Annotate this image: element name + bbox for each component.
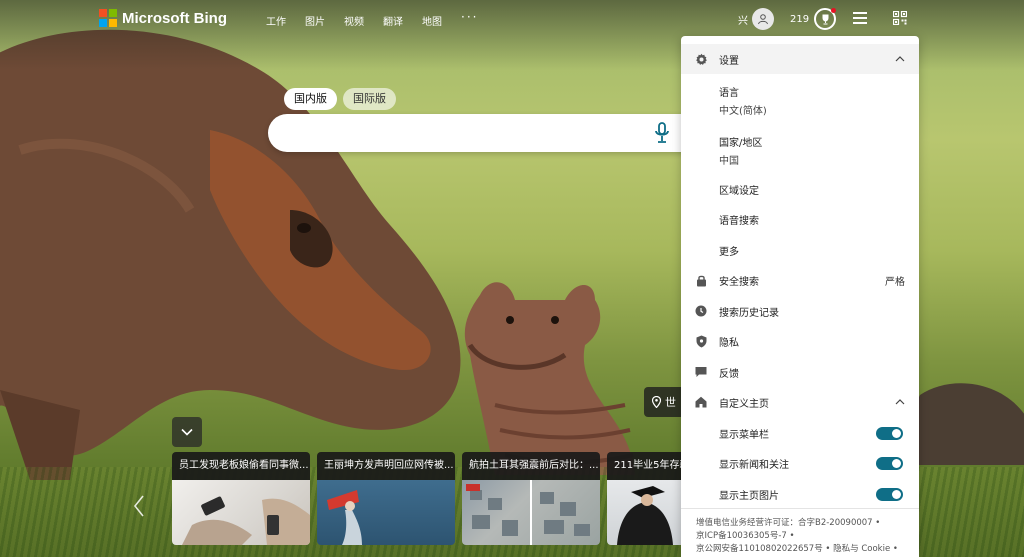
customize-home-label: 自定义主页 <box>719 398 769 410</box>
image-location-chip[interactable]: 世 <box>644 387 684 417</box>
chevron-up-icon <box>895 399 905 405</box>
news-card-thumbnail <box>172 480 310 545</box>
logo-text: Microsoft Bing <box>122 9 227 27</box>
news-card[interactable]: 航拍土耳其强震前后对比：... <box>462 452 600 545</box>
baby-hippo-image <box>464 282 635 475</box>
tab-international[interactable]: 国际版 <box>343 88 396 110</box>
news-card[interactable]: 员工发现老板娘偷看同事微... <box>172 452 310 545</box>
show-news-item: 显示新闻和关注 <box>681 455 919 471</box>
microphone-icon[interactable] <box>653 122 671 144</box>
trophy-icon <box>814 8 837 30</box>
search-history-label: 搜索历史记录 <box>719 307 779 319</box>
safe-search-value: 严格 <box>885 276 905 288</box>
top-nav: 工作 图片 视频 翻译 地图 ··· <box>266 10 497 28</box>
settings-footer: 增值电信业务经营许可证：合字B2-20090007 • 京ICP备1003630… <box>681 508 919 557</box>
location-pin-icon <box>652 396 661 408</box>
settings-title: 设置 <box>719 55 739 67</box>
search-scope-tabs: 国内版 国际版 <box>284 88 396 110</box>
search-history-item[interactable]: 搜索历史记录 <box>681 303 919 319</box>
news-card-thumbnail <box>317 480 455 545</box>
news-card[interactable]: 211毕业5年存款 <box>607 452 682 545</box>
feedback-label: 反馈 <box>719 368 739 380</box>
news-card-title: 王丽坤方发声明回应网传被... <box>317 452 455 480</box>
qr-code-icon[interactable] <box>893 11 907 25</box>
bing-logo[interactable]: Microsoft Bing <box>99 9 227 27</box>
gear-icon <box>694 52 708 66</box>
nav-item-videos[interactable]: 视频 <box>344 13 364 28</box>
voice-search-label: 语音搜索 <box>719 215 759 227</box>
language-setting[interactable]: 语言 中文(简体) <box>681 82 919 117</box>
show-menu-bar-toggle[interactable] <box>876 426 903 440</box>
language-value: 中文(简体) <box>719 106 767 117</box>
rewards-points: 219 <box>790 13 810 25</box>
show-news-toggle[interactable] <box>876 456 903 470</box>
microsoft-logo-icon <box>99 9 117 27</box>
menu-icon[interactable] <box>853 12 867 24</box>
chevron-up-icon <box>895 56 905 62</box>
user-account-button[interactable]: 兴 <box>738 8 774 30</box>
show-home-image-item: 显示主页图片 <box>681 486 919 502</box>
footer-icp-link[interactable]: 京ICP备10036305号-7 • <box>696 530 919 543</box>
chevron-left-icon[interactable] <box>132 494 146 518</box>
news-card-title: 航拍土耳其强震前后对比：... <box>462 452 600 480</box>
news-card-title: 员工发现老板娘偷看同事微... <box>172 452 310 480</box>
region-label: 国家/地区 <box>719 138 763 149</box>
show-menu-bar-label: 显示菜单栏 <box>719 429 769 441</box>
news-card[interactable]: 王丽坤方发声明回应网传被... <box>317 452 455 545</box>
nav-more-button[interactable]: ··· <box>461 10 478 28</box>
search-input[interactable] <box>268 114 688 152</box>
show-home-image-label: 显示主页图片 <box>719 490 779 502</box>
show-home-image-toggle[interactable] <box>876 487 903 501</box>
safe-search-label: 安全搜索 <box>719 276 759 288</box>
nav-item-work[interactable]: 工作 <box>266 13 286 28</box>
notification-dot <box>831 8 837 13</box>
user-name: 兴 <box>738 15 748 27</box>
collapse-news-button[interactable] <box>172 417 202 447</box>
customize-home-item[interactable]: 自定义主页 <box>681 394 919 410</box>
region-settings-label: 区域设定 <box>719 185 759 197</box>
top-bar: Microsoft Bing 工作 图片 视频 翻译 地图 ··· 兴 219 <box>0 0 1024 38</box>
footer-license-link[interactable]: 增值电信业务经营许可证：合字B2-20090007 • <box>696 517 919 530</box>
more-label: 更多 <box>719 246 739 258</box>
chevron-down-icon <box>181 428 193 436</box>
nav-item-translate[interactable]: 翻译 <box>383 13 403 28</box>
privacy-label: 隐私 <box>719 337 739 349</box>
safe-search-item[interactable]: 安全搜索 严格 <box>681 272 919 288</box>
feedback-item[interactable]: 反馈 <box>681 364 919 380</box>
show-news-label: 显示新闻和关注 <box>719 459 789 471</box>
feedback-icon <box>694 365 708 379</box>
news-carousel: 员工发现老板娘偷看同事微... 王丽坤方发声明回应网传被... 航拍土耳其强震前… <box>172 452 682 545</box>
region-settings-item[interactable]: 区域设定 <box>681 181 919 197</box>
privacy-item[interactable]: 隐私 <box>681 333 919 349</box>
adult-hippo-image <box>0 29 461 480</box>
location-chip-text: 世 <box>665 396 676 409</box>
shield-icon <box>694 334 708 348</box>
news-card-thumbnail <box>607 480 682 545</box>
lock-icon <box>694 273 708 287</box>
show-menu-bar-item: 显示菜单栏 <box>681 425 919 441</box>
settings-panel: 设置 语言 中文(简体) 国家/地区 中国 区域设定 语音搜索 更多 安全搜索 … <box>681 36 919 557</box>
news-card-title: 211毕业5年存款 <box>607 452 682 480</box>
avatar-icon <box>752 8 774 30</box>
rewards-button[interactable]: 219 <box>790 8 837 30</box>
rock-image <box>910 383 1024 465</box>
clock-icon <box>694 304 708 318</box>
more-settings-item[interactable]: 更多 <box>681 242 919 258</box>
footer-security-link[interactable]: 京公网安备11010802022657号 • 隐私与 Cookie • <box>696 543 919 556</box>
nav-item-images[interactable]: 图片 <box>305 13 325 28</box>
home-icon <box>694 395 708 409</box>
voice-search-item[interactable]: 语音搜索 <box>681 211 919 227</box>
region-setting[interactable]: 国家/地区 中国 <box>681 132 919 167</box>
region-value: 中国 <box>719 156 739 167</box>
tab-domestic[interactable]: 国内版 <box>284 88 337 110</box>
settings-header[interactable]: 设置 <box>681 44 919 74</box>
news-card-thumbnail <box>462 480 600 545</box>
language-label: 语言 <box>719 88 739 99</box>
nav-item-maps[interactable]: 地图 <box>422 13 442 28</box>
